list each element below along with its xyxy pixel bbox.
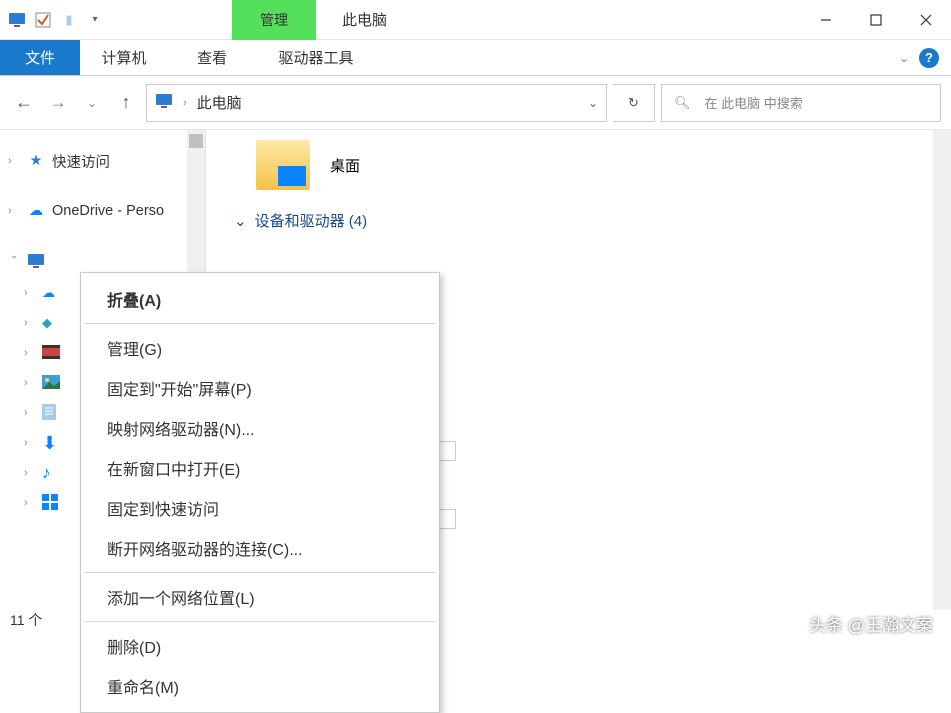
windows-icon — [42, 494, 58, 513]
cloud-icon: ☁ — [42, 285, 55, 301]
context-menu-item[interactable]: 在新窗口中打开(E) — [81, 448, 439, 488]
ribbon-tabs: 文件 计算机 查看 驱动器工具 ⌄ ? — [0, 40, 951, 76]
cloud-icon: ☁ — [26, 201, 46, 221]
tree-item-quick-access[interactable]: › ★ 快速访问 — [0, 144, 205, 178]
status-item-count: 11 个 — [10, 610, 42, 630]
context-menu-item[interactable]: 固定到快速访问 — [81, 488, 439, 528]
window-controls — [801, 0, 951, 40]
context-menu-item[interactable]: 删除(D) — [81, 626, 439, 666]
context-menu-separator — [85, 572, 435, 573]
cube-icon: ◆ — [42, 315, 52, 331]
tree-label: 快速访问 — [52, 151, 110, 172]
titlebar: ▮ ▾ 管理 此电脑 — [0, 0, 951, 40]
context-menu-item[interactable]: 重命名(M) — [81, 666, 439, 706]
monitor-icon — [26, 251, 46, 271]
download-icon: ⬇ — [42, 433, 57, 454]
content-scrollbar[interactable] — [933, 130, 951, 610]
qat-dropdown-icon[interactable]: ▾ — [84, 9, 106, 31]
search-placeholder: 在 此电脑 中搜索 — [705, 93, 803, 112]
section-header-devices[interactable]: ⌄ 设备和驱动器 (4) — [234, 210, 931, 231]
monitor-icon — [155, 93, 173, 112]
search-icon: 🔍︎ — [674, 95, 691, 111]
picture-icon — [42, 375, 60, 392]
folder-item-desktop[interactable]: 桌面 — [256, 140, 931, 190]
watermark-text: 头条 @玉瀚文案 — [809, 611, 933, 636]
chevron-down-icon: ⌄ — [234, 212, 247, 230]
forward-button[interactable]: → — [44, 87, 72, 119]
chevron-down-icon[interactable]: › — [8, 255, 20, 267]
tree-item-onedrive[interactable]: › ☁ OneDrive - Perso — [0, 194, 205, 228]
ribbon-file-tab[interactable]: 文件 — [0, 40, 80, 75]
folder-icon — [256, 140, 310, 190]
context-menu-separator — [85, 621, 435, 622]
quick-access-toolbar: ▮ ▾ — [0, 9, 112, 31]
star-icon: ★ — [26, 151, 46, 171]
music-icon: ♪ — [42, 463, 51, 483]
ribbon-collapse-icon[interactable]: ⌄ — [899, 51, 909, 65]
folder-icon[interactable]: ▮ — [58, 9, 80, 31]
context-menu-item[interactable]: 断开网络驱动器的连接(C)... — [81, 528, 439, 568]
back-button[interactable]: ← — [10, 87, 38, 119]
maximize-button[interactable] — [851, 0, 901, 40]
section-label: 设备和驱动器 (4) — [255, 210, 368, 231]
ribbon-tab-view[interactable]: 查看 — [168, 40, 256, 75]
up-button[interactable]: ↑ — [112, 87, 140, 119]
address-bar[interactable]: › 此电脑 ⌄ — [146, 84, 607, 122]
checkbox-icon[interactable] — [32, 9, 54, 31]
ribbon-context-tab-manage[interactable]: 管理 — [232, 0, 316, 40]
refresh-button[interactable]: ↻ — [613, 84, 655, 122]
context-menu: 折叠(A) 管理(G)固定到"开始"屏幕(P)映射网络驱动器(N)...在新窗口中… — [80, 272, 440, 713]
watermark: 头条 @玉瀚文案 — [809, 611, 933, 636]
context-menu-item[interactable]: 折叠(A) — [81, 279, 439, 319]
recent-locations-dropdown[interactable]: ⌄ — [78, 87, 106, 119]
context-menu-separator — [85, 323, 435, 324]
address-text: 此电脑 — [197, 92, 242, 113]
close-button[interactable] — [901, 0, 951, 40]
context-menu-item[interactable]: 映射网络驱动器(N)... — [81, 408, 439, 448]
tree-label: OneDrive - Perso — [52, 203, 164, 219]
context-menu-item[interactable]: 添加一个网络位置(L) — [81, 577, 439, 617]
monitor-icon[interactable] — [6, 9, 28, 31]
address-dropdown-icon[interactable]: ⌄ — [588, 96, 598, 110]
search-input[interactable]: 🔍︎ 在 此电脑 中搜索 — [661, 84, 941, 122]
context-menu-item[interactable]: 固定到"开始"屏幕(P) — [81, 368, 439, 408]
help-icon[interactable]: ? — [919, 48, 939, 68]
chevron-right-icon[interactable]: › — [8, 205, 20, 217]
window-title: 此电脑 — [342, 9, 387, 30]
chevron-right-icon[interactable]: › — [8, 155, 20, 167]
ribbon-tab-drive-tools[interactable]: 驱动器工具 — [256, 40, 376, 75]
ribbon-tab-computer[interactable]: 计算机 — [80, 40, 168, 75]
navigation-bar: ← → ⌄ ↑ › 此电脑 ⌄ ↻ 🔍︎ 在 此电脑 中搜索 — [0, 76, 951, 130]
video-icon — [42, 345, 60, 362]
folder-label: 桌面 — [330, 155, 360, 176]
document-icon — [42, 404, 56, 423]
minimize-button[interactable] — [801, 0, 851, 40]
chevron-right-icon: › — [183, 97, 187, 109]
context-menu-item[interactable]: 管理(G) — [81, 328, 439, 368]
